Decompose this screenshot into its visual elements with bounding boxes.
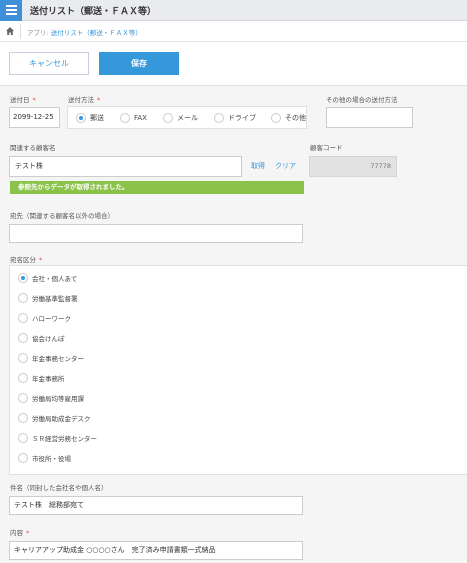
addressee-type-radio-list: 会社・個人あて 労働基準監督署 ハローワーク 協会けんぽ 年金事務センター 年金… <box>9 265 467 475</box>
breadcrumb-prefix: アプリ: <box>27 29 49 37</box>
radio-addressee-city-office[interactable]: 市役所・役場 <box>18 449 71 467</box>
radio-selected-icon <box>18 273 28 283</box>
save-button[interactable]: 保存 <box>99 52 179 75</box>
fetch-link[interactable]: 取得 <box>251 161 265 171</box>
clear-link[interactable]: クリア <box>275 161 296 171</box>
customer-code-field: 77778 <box>309 156 397 177</box>
radio-empty-icon <box>18 413 28 423</box>
radio-addressee-kyokai-kenpo[interactable]: 協会けんぽ <box>18 329 65 347</box>
radio-empty-icon <box>163 112 173 123</box>
radio-empty-icon <box>18 373 28 383</box>
customer-code-label: 顧客コード <box>310 144 343 152</box>
radio-empty-icon <box>18 293 28 303</box>
breadcrumb-divider <box>20 24 21 39</box>
radio-addressee-labor-bureau-equal[interactable]: 労働局均等雇用課 <box>18 389 84 407</box>
radio-send-method-other[interactable]: その他 <box>271 107 306 128</box>
related-customer-input[interactable]: テスト株 <box>9 156 242 177</box>
radio-addressee-labor-standards[interactable]: 労働基準監督署 <box>18 289 78 307</box>
radio-empty-icon <box>18 393 28 403</box>
radio-empty-icon <box>120 112 130 123</box>
radio-empty-icon <box>18 353 28 363</box>
radio-empty-icon <box>18 433 28 443</box>
radio-addressee-subsidy-desk[interactable]: 労働局助成金デスク <box>18 409 91 427</box>
other-method-label: その他の場合の送付方法 <box>326 96 398 104</box>
content-label: 内容 * <box>10 529 30 537</box>
send-date-label: 送付日 * <box>10 96 36 104</box>
send-method-radio-group: 郵送 FAX メール ドライブ その他 <box>67 106 307 129</box>
action-bar: キャンセル 保存 <box>0 42 467 86</box>
app-header: 送付リスト（郵送・ＦＡＸ等） <box>0 0 467 21</box>
app-title: 送付リスト（郵送・ＦＡＸ等） <box>30 7 157 17</box>
addressee-type-label: 宛名区分 * <box>10 256 43 264</box>
home-icon[interactable] <box>5 26 15 36</box>
radio-selected-icon <box>76 112 86 123</box>
radio-send-method-email[interactable]: メール <box>163 107 198 128</box>
breadcrumb: アプリ: 送付リスト（郵送・ＦＡＸ等） <box>0 21 467 42</box>
other-method-input[interactable] <box>326 107 413 128</box>
radio-addressee-pension-center[interactable]: 年金事務センター <box>18 349 84 367</box>
radio-empty-icon <box>214 112 224 123</box>
related-customer-label: 関連する顧客名 <box>10 144 56 152</box>
fetch-success-message: 参照先からデータが取得されました。 <box>10 181 304 194</box>
radio-empty-icon <box>18 333 28 343</box>
radio-send-method-drive[interactable]: ドライブ <box>214 107 256 128</box>
cancel-button[interactable]: キャンセル <box>9 52 89 75</box>
radio-addressee-company[interactable]: 会社・個人あて <box>18 269 77 287</box>
breadcrumb-app-link[interactable]: 送付リスト（郵送・ＦＡＸ等） <box>51 29 142 37</box>
radio-empty-icon <box>18 453 28 463</box>
send-date-field[interactable]: 2099-12-25 <box>9 107 60 128</box>
radio-addressee-hello-work[interactable]: ハローワーク <box>18 309 71 327</box>
radio-send-method-fax[interactable]: FAX <box>120 107 147 128</box>
recipient-label: 宛先（関連する顧客名以外の場合） <box>10 212 114 220</box>
radio-addressee-pension-office[interactable]: 年金事務所 <box>18 369 65 387</box>
send-method-label: 送付方法 * <box>68 96 101 104</box>
app-list-icon[interactable] <box>0 0 22 21</box>
recipient-input[interactable] <box>9 224 303 243</box>
radio-empty-icon <box>18 313 28 323</box>
breadcrumb-text: アプリ: 送付リスト（郵送・ＦＡＸ等） <box>27 27 142 37</box>
radio-empty-icon <box>271 112 281 123</box>
radio-addressee-sr-center[interactable]: ＳＲ経営労務センター <box>18 429 97 447</box>
content-input[interactable]: キャリアアップ助成金 ○○○○さん 完了済み申請書類一式納品 <box>9 541 303 560</box>
radio-send-method-mail[interactable]: 郵送 <box>76 107 104 128</box>
record-form: 送付日 * 2099-12-25 送付方法 * 郵送 FAX メール ドライブ その… <box>0 86 467 563</box>
subject-input[interactable]: テスト株 総務部宛て <box>9 496 303 515</box>
subject-label: 件名（同封した会社名や個人名） <box>10 484 108 492</box>
